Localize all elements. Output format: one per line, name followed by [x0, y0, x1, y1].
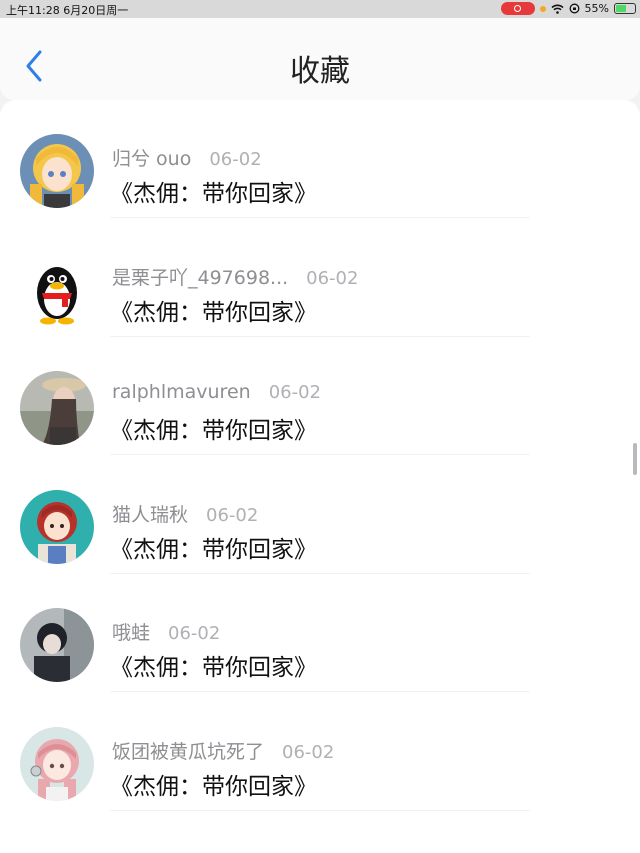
- list-item[interactable]: 猫人瑞秋 06-02 《杰佣：带你回家》: [0, 456, 640, 574]
- date: 06-02: [168, 623, 221, 645]
- work-title[interactable]: 《杰佣：带你回家》: [110, 648, 317, 682]
- favorites-list[interactable]: 归兮 ouo 06-02 《杰佣：带你回家》 是栗子吖_497698... 06-02 《…: [0, 100, 640, 853]
- username[interactable]: 是栗子吖_497698...: [112, 263, 288, 290]
- item-meta: 猫人瑞秋 06-02: [112, 500, 258, 527]
- username[interactable]: 哦蛙: [112, 618, 150, 645]
- item-meta: 是栗子吖_497698... 06-02: [112, 263, 358, 290]
- screen-record-icon: [500, 2, 535, 15]
- list-item[interactable]: 哦蛙 06-02 《杰佣：带你回家》: [0, 574, 640, 693]
- username[interactable]: 猫人瑞秋: [112, 500, 188, 527]
- work-title[interactable]: 《杰佣：带你回家》: [110, 411, 317, 445]
- list-item[interactable]: 是栗子吖_497698... 06-02 《杰佣：带你回家》: [0, 219, 640, 337]
- date: 06-02: [209, 149, 262, 170]
- username[interactable]: 饭团被黄瓜坑死了: [112, 737, 264, 764]
- status-bar: 上午11:28 6月20日周一 55%: [0, 0, 640, 18]
- nav-header: 收藏: [0, 18, 640, 100]
- avatar[interactable]: [20, 134, 94, 208]
- work-title[interactable]: 《杰佣：带你回家》: [110, 174, 317, 208]
- mic-indicator-icon: [539, 5, 546, 12]
- username[interactable]: 归兮 ouo: [112, 144, 191, 171]
- orientation-lock-icon: [569, 3, 579, 14]
- item-meta: 哦蛙 06-02: [112, 618, 220, 645]
- work-title[interactable]: 《杰佣：带你回家》: [110, 293, 317, 327]
- date: 06-02: [268, 382, 321, 404]
- battery-percent: 55%: [584, 2, 609, 15]
- list-item[interactable]: 归兮 ouo 06-02 《杰佣：带你回家》: [0, 100, 640, 218]
- status-icons: 55%: [500, 2, 636, 15]
- list-item[interactable]: ralphlmavuren 06-02 《杰佣：带你回家》: [0, 337, 640, 456]
- avatar[interactable]: [20, 371, 94, 446]
- wifi-icon: [550, 4, 564, 14]
- date: 06-02: [282, 742, 335, 763]
- username[interactable]: ralphlmavuren: [112, 381, 251, 403]
- date: 06-02: [306, 267, 359, 289]
- work-title[interactable]: 《杰佣：带你回家》: [110, 530, 317, 564]
- item-meta: ralphlmavuren 06-02: [112, 381, 321, 403]
- work-title[interactable]: 《杰佣：带你回家》: [110, 767, 317, 801]
- item-meta: 归兮 ouo 06-02: [112, 144, 262, 171]
- avatar[interactable]: [20, 727, 94, 801]
- status-time: 上午11:28 6月20日周一: [6, 4, 129, 17]
- avatar[interactable]: [20, 608, 94, 683]
- avatar[interactable]: [20, 489, 94, 564]
- date: 06-02: [206, 504, 259, 526]
- avatar[interactable]: [20, 252, 94, 327]
- item-meta: 饭团被黄瓜坑死了 06-02: [112, 737, 334, 764]
- list-item[interactable]: 饭团被黄瓜坑死了 06-02 《杰佣：带你回家》: [0, 693, 640, 811]
- scrollbar-thumb[interactable]: [633, 443, 637, 475]
- page-title: 收藏: [290, 54, 350, 89]
- battery-icon: [614, 3, 636, 14]
